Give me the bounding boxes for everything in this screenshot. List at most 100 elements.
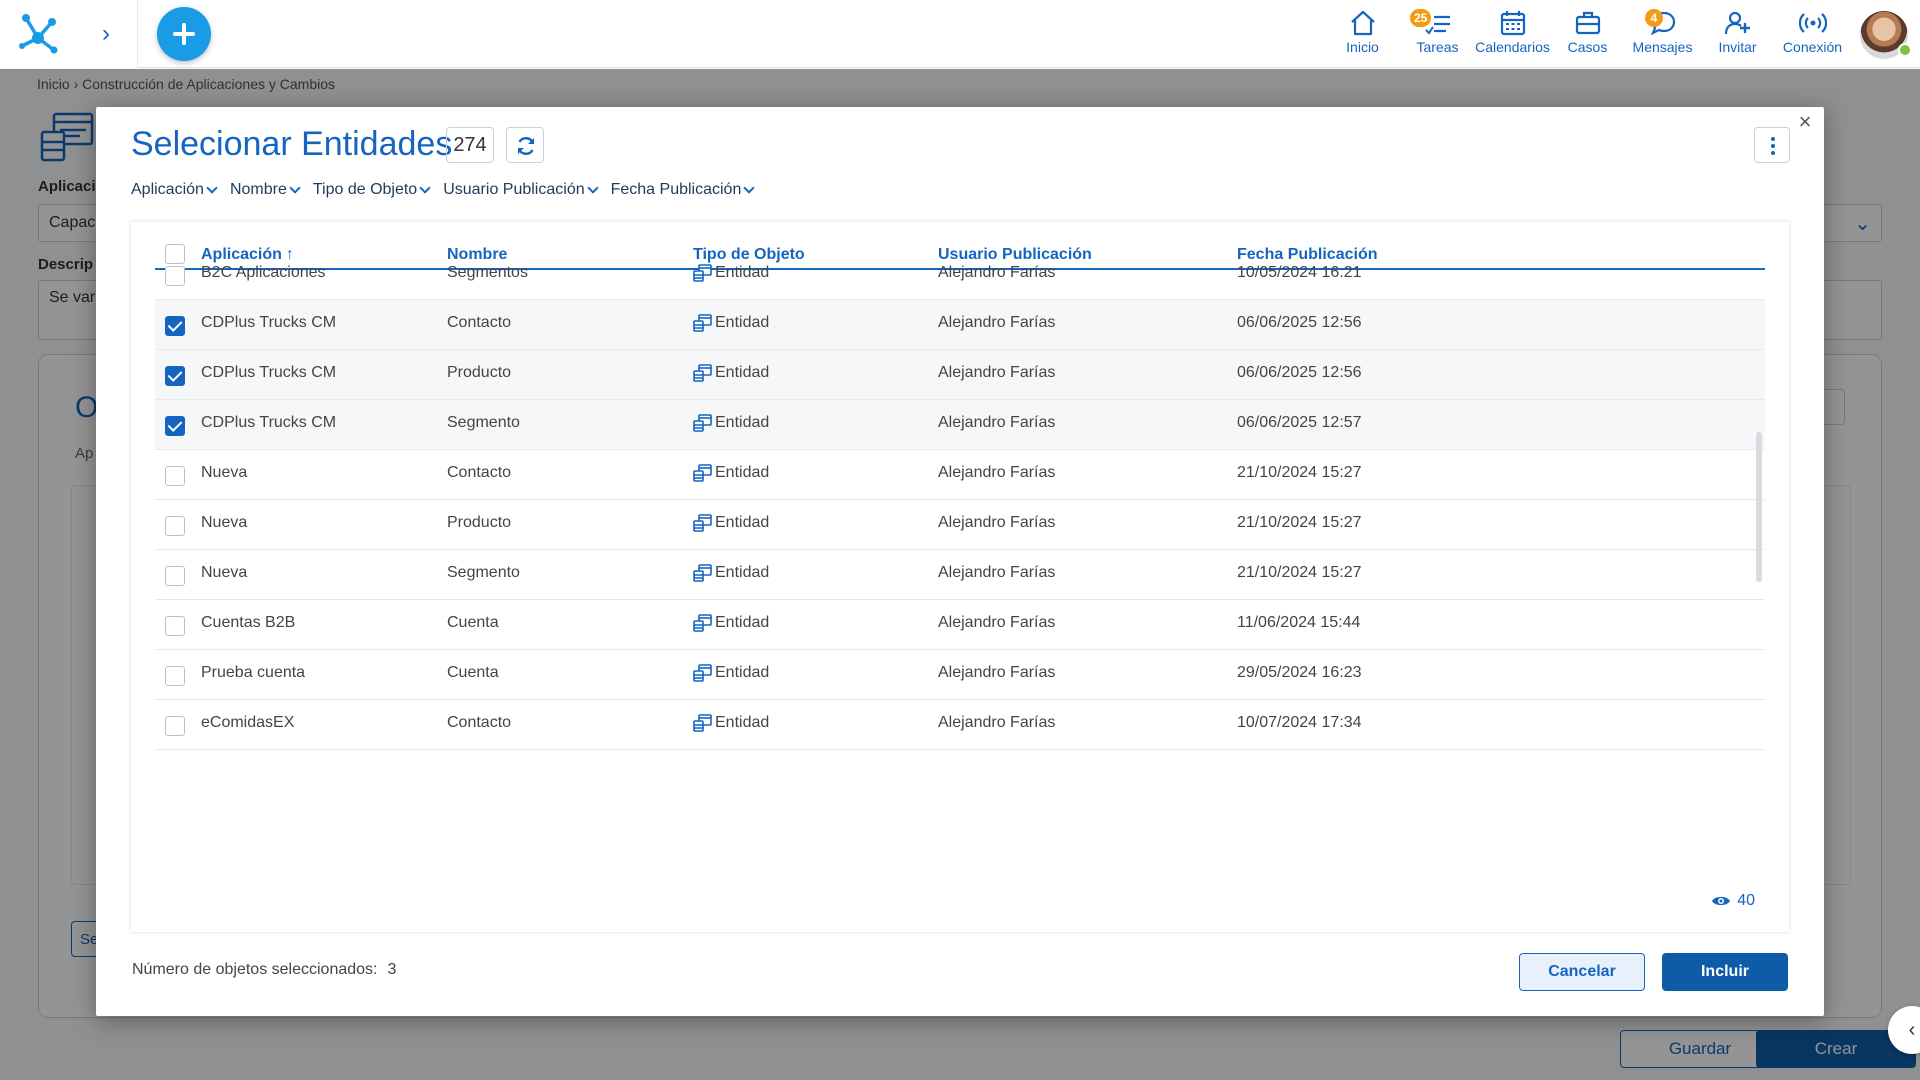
entity-icon	[693, 363, 713, 383]
row-checkbox[interactable]	[165, 716, 185, 736]
entity-icon	[693, 613, 713, 633]
type-label: Entidad	[715, 414, 770, 431]
cell-aplicacion: Prueba cuenta	[201, 664, 306, 681]
cell-usuario-publicacion: Alejandro Farías	[938, 264, 1056, 281]
row-checkbox[interactable]	[165, 366, 185, 386]
cell-aplicacion: CDPlus Trucks CM	[201, 314, 337, 331]
cell-fecha-publicacion: 11/06/2024 15:44	[1237, 614, 1361, 631]
cell-usuario-publicacion: Alejandro Farías	[938, 514, 1056, 531]
add-user-icon	[1724, 11, 1750, 35]
cell-fecha-publicacion: 06/06/2025 12:56	[1237, 314, 1362, 331]
entities-table: Aplicación ↑ Nombre Tipo de Objeto Usuari…	[131, 222, 1789, 932]
logo-area: ›	[0, 0, 138, 68]
filter-aplicacion[interactable]: Aplicación	[131, 181, 218, 199]
filter-usuario-publicacion[interactable]: Usuario Publicación	[443, 181, 599, 199]
dialog-title: Selecionar Entidades	[131, 125, 453, 163]
table-row[interactable]: eComidasEX Contacto Entidad Alejandro Faría…	[155, 700, 1765, 750]
cell-aplicacion: Nueva	[201, 464, 248, 481]
vertical-scrollbar[interactable]	[1756, 432, 1762, 582]
nav-label: Tareas	[1416, 39, 1459, 55]
table-row[interactable]: CDPlus Trucks CM Segmento Entidad Alejandro…	[155, 400, 1765, 450]
row-checkbox[interactable]	[165, 266, 185, 286]
cell-aplicacion: Cuentas B2B	[201, 614, 296, 631]
nav-label: Conexión	[1782, 39, 1843, 55]
cell-fecha-publicacion: 10/05/2024 16:21	[1237, 264, 1362, 281]
nav-conexion[interactable]: Conexión	[1775, 0, 1850, 68]
type-label: Entidad	[715, 664, 770, 681]
cell-fecha-publicacion: 21/10/2024 15:27	[1237, 564, 1362, 581]
row-checkbox[interactable]	[165, 616, 185, 636]
cell-tipo-objeto: Entidad	[693, 464, 769, 482]
filter-label: Tipo de Objeto	[312, 181, 418, 198]
table-row[interactable]: B2C Aplicaciones Segmentos Entidad Alejandr…	[155, 250, 1765, 300]
top-bar: › Inicio 25 Tareas Calendarios Casos 4 M…	[0, 0, 1920, 68]
cell-tipo-objeto: Entidad	[693, 564, 769, 582]
nav-inicio[interactable]: Inicio	[1325, 0, 1400, 68]
close-icon[interactable]: ×	[1794, 111, 1816, 133]
table-row[interactable]: Cuentas B2B Cuenta Entidad Alejandro Farías…	[155, 600, 1765, 650]
cell-fecha-publicacion: 21/10/2024 15:27	[1237, 464, 1362, 481]
filter-label: Aplicación	[131, 181, 204, 198]
cell-nombre: Segmento	[447, 414, 520, 431]
table-row[interactable]: Nueva Segmento Entidad Alejandro Farías 21/1…	[155, 550, 1765, 600]
filter-label: Nombre	[229, 181, 287, 198]
cell-fecha-publicacion: 06/06/2025 12:57	[1237, 414, 1362, 431]
entity-icon	[693, 313, 713, 333]
filter-fecha-publicacion[interactable]: Fecha Publicación	[610, 181, 756, 199]
type-label: Entidad	[715, 614, 770, 631]
cell-tipo-objeto: Entidad	[693, 364, 769, 382]
cell-tipo-objeto: Entidad	[693, 414, 769, 432]
cell-tipo-objeto: Entidad	[693, 714, 769, 732]
entity-icon	[693, 413, 713, 433]
nav-label: Calendarios	[1475, 39, 1550, 55]
row-checkbox[interactable]	[165, 666, 185, 686]
selected-count: 3	[387, 961, 397, 978]
type-label: Entidad	[715, 564, 770, 581]
refresh-button[interactable]	[506, 127, 544, 163]
view-count-value: 40	[1737, 892, 1755, 909]
table-row[interactable]: Nueva Contacto Entidad Alejandro Farías 21/1…	[155, 450, 1765, 500]
entity-icon	[693, 463, 713, 483]
nav-invitar[interactable]: Invitar	[1700, 0, 1775, 68]
filter-nombre[interactable]: Nombre	[229, 181, 301, 199]
include-button[interactable]: Incluir	[1662, 953, 1788, 991]
cell-aplicacion: CDPlus Trucks CM	[201, 364, 337, 381]
signal-icon	[1798, 13, 1827, 33]
create-new-button[interactable]	[157, 7, 211, 61]
table-row[interactable]: Nueva Producto Entidad Alejandro Farías 21/1…	[155, 500, 1765, 550]
row-checkbox[interactable]	[165, 416, 185, 436]
user-avatar[interactable]	[1850, 0, 1920, 68]
more-options-button[interactable]	[1754, 127, 1790, 163]
nav-tareas[interactable]: 25 Tareas	[1400, 0, 1475, 68]
table-row[interactable]: CDPlus Trucks CM Contacto Entidad Alejandro…	[155, 300, 1765, 350]
nav-label: Casos	[1567, 39, 1608, 55]
online-status-dot	[1898, 43, 1912, 57]
filter-label: Fecha Publicación	[610, 181, 742, 198]
cell-tipo-objeto: Entidad	[693, 314, 769, 332]
cell-nombre: Contacto	[447, 464, 512, 481]
cell-usuario-publicacion: Alejandro Farías	[938, 564, 1056, 581]
row-checkbox[interactable]	[165, 566, 185, 586]
row-checkbox[interactable]	[165, 516, 185, 536]
cell-nombre: Contacto	[447, 314, 512, 331]
row-checkbox[interactable]	[165, 316, 185, 336]
table-row[interactable]: Prueba cuenta Cuenta Entidad Alejandro Farí…	[155, 650, 1765, 700]
expand-menu-chevron-icon[interactable]: ›	[96, 20, 116, 48]
visible-rows-count[interactable]: 40	[1711, 892, 1755, 910]
table-row[interactable]: CDPlus Trucks CM Producto Entidad Alejandro…	[155, 350, 1765, 400]
filter-bar: Aplicación Nombre Tipo de Objeto Usuario…	[131, 181, 756, 199]
refresh-icon	[517, 137, 535, 155]
cancel-button[interactable]: Cancelar	[1519, 953, 1645, 991]
nav-calendarios[interactable]: Calendarios	[1475, 0, 1550, 68]
nav-casos[interactable]: Casos	[1550, 0, 1625, 68]
filter-label: Usuario Publicación	[443, 181, 585, 198]
cell-usuario-publicacion: Alejandro Farías	[938, 464, 1056, 481]
filter-tipo-objeto[interactable]: Tipo de Objeto	[312, 181, 431, 199]
chevron-down-icon	[289, 182, 301, 194]
nav-mensajes[interactable]: 4 Mensajes	[1625, 0, 1700, 68]
row-checkbox[interactable]	[165, 466, 185, 486]
app-logo-icon[interactable]	[16, 12, 60, 56]
top-nav: Inicio 25 Tareas Calendarios Casos 4 Men…	[1325, 0, 1920, 68]
nav-label: Inicio	[1346, 39, 1379, 55]
type-label: Entidad	[715, 314, 770, 331]
